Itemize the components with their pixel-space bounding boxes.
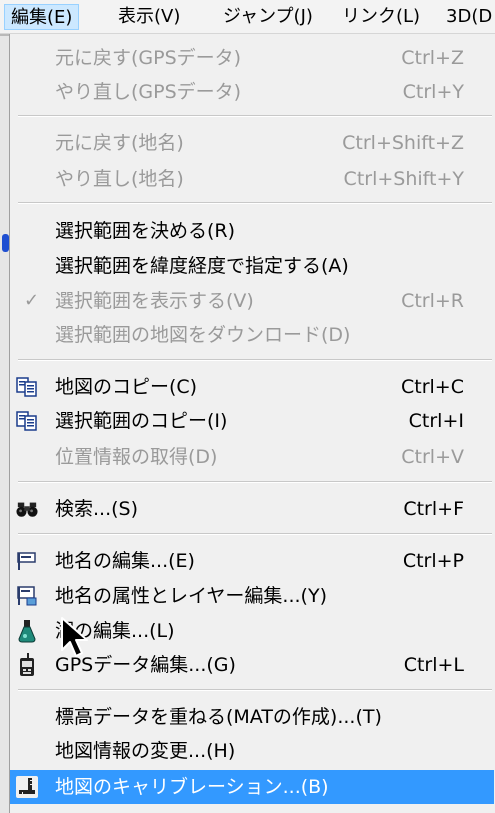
edit-menu-dropdown: 元に戻す(GPSデータ) Ctrl+Z やり直し(GPSデータ) Ctrl+Y … [9, 34, 495, 813]
menu-item-label: 地図情報の変更...(H) [55, 740, 236, 762]
copy-icon [16, 410, 38, 432]
menu-item-label: 選択範囲を決める(R) [55, 220, 236, 242]
menu-item-edit-place[interactable]: 地名の編集...(E) Ctrl+P [10, 544, 494, 578]
menu-item-label: 選択範囲のコピー(I) [55, 410, 228, 432]
menu-item-copy-map[interactable]: 地図のコピー(C) Ctrl+C [10, 370, 494, 404]
menu-item-shortcut: Ctrl+L [403, 654, 464, 676]
menu-item-shortcut: Ctrl+V [401, 446, 464, 468]
menu-item-label: 選択範囲を緯度経度で指定する(A) [55, 255, 349, 277]
menu-item-select-range[interactable]: 選択範囲を決める(R) [10, 214, 494, 248]
menu-item-label: 元に戻す(GPSデータ) [55, 47, 242, 69]
menu-separator [18, 533, 492, 535]
flask-icon [16, 620, 38, 643]
copy-icon [16, 376, 38, 398]
menu-item-undo-place[interactable]: 元に戻す(地名) Ctrl+Shift+Z [10, 126, 494, 160]
menu-separator [18, 359, 492, 361]
menu-item-copy-range[interactable]: 選択範囲のコピー(I) Ctrl+I [10, 404, 494, 438]
menu-item-shortcut: Ctrl+C [401, 376, 464, 398]
gps-device-icon [16, 653, 38, 676]
menu-item-label: 選択範囲を表示する(V) [55, 290, 254, 312]
menu-separator [18, 481, 492, 483]
menu-item-label: 地図のコピー(C) [55, 376, 198, 398]
menu-item-shortcut: Ctrl+Shift+Y [343, 168, 464, 190]
menu-item-label: 検索...(S) [55, 498, 139, 520]
menu-item-label: 地名の属性とレイヤー編集...(Y) [55, 585, 327, 607]
menu-item-get-position[interactable]: 位置情報の取得(D) Ctrl+V [10, 440, 494, 474]
flag-layer-icon [16, 585, 38, 607]
menu-item-overlay-elevation[interactable]: 標高データを重ねる(MATの作成)...(T) [10, 700, 494, 734]
menu-link[interactable]: リンク(L) [336, 4, 426, 30]
ruler-icon [16, 776, 38, 798]
background-marker [2, 234, 9, 252]
menu-item-shortcut: Ctrl+Shift+Z [342, 132, 464, 154]
menu-item-undo-gps[interactable]: 元に戻す(GPSデータ) Ctrl+Z [10, 41, 494, 75]
mouse-cursor-icon [61, 617, 88, 657]
menu-item-select-latlon[interactable]: 選択範囲を緯度経度で指定する(A) [10, 249, 494, 283]
menu-item-label: 元に戻す(地名) [55, 132, 184, 154]
menu-item-change-map-info[interactable]: 地図情報の変更...(H) [10, 734, 494, 768]
menu-item-label: 地名の編集...(E) [55, 550, 195, 572]
menu-jump[interactable]: ジャンプ(J) [217, 4, 319, 30]
menu-item-shortcut: Ctrl+Z [401, 47, 464, 69]
menu-item-shortcut: Ctrl+P [402, 550, 464, 572]
menu-item-redo-gps[interactable]: やり直し(GPSデータ) Ctrl+Y [10, 75, 494, 109]
menu-3d[interactable]: 3D(D [440, 4, 495, 30]
menu-item-download-range[interactable]: 選択範囲の地図をダウンロード(D) [10, 318, 494, 352]
menu-item-label: やり直し(GPSデータ) [55, 81, 242, 103]
menu-separator [18, 202, 492, 204]
menu-edit[interactable]: 編集(E) [4, 4, 80, 30]
menu-item-shortcut: Ctrl+F [403, 498, 464, 520]
menu-item-calibration[interactable]: 地図のキャリブレーション...(B) [10, 770, 494, 804]
menu-item-shortcut: Ctrl+Y [402, 81, 464, 103]
check-icon: ✓ [24, 290, 40, 311]
binoculars-icon [16, 498, 38, 520]
menu-item-label: 地図のキャリブレーション...(B) [55, 776, 329, 798]
flag-icon [16, 550, 38, 572]
menu-view[interactable]: 表示(V) [112, 4, 186, 30]
menu-item-show-range[interactable]: ✓ 選択範囲を表示する(V) Ctrl+R [10, 284, 494, 318]
menu-item-label: やり直し(地名) [55, 168, 184, 190]
menu-item-redo-place[interactable]: やり直し(地名) Ctrl+Shift+Y [10, 162, 494, 196]
menu-item-shortcut: Ctrl+I [408, 410, 464, 432]
menu-item-shortcut: Ctrl+R [401, 290, 464, 312]
menu-separator [18, 115, 492, 117]
menu-item-label: 位置情報の取得(D) [55, 446, 218, 468]
menu-item-edit-attr-layer[interactable]: 地名の属性とレイヤー編集...(Y) [10, 579, 494, 613]
menu-separator [18, 689, 492, 691]
menu-bar: 編集(E) 表示(V) ジャンプ(J) リンク(L) 3D(D [0, 0, 495, 34]
menu-item-label: 選択範囲の地図をダウンロード(D) [55, 324, 351, 346]
menu-item-search[interactable]: 検索...(S) Ctrl+F [10, 492, 494, 526]
menu-item-label: 標高データを重ねる(MATの作成)...(T) [55, 706, 382, 728]
